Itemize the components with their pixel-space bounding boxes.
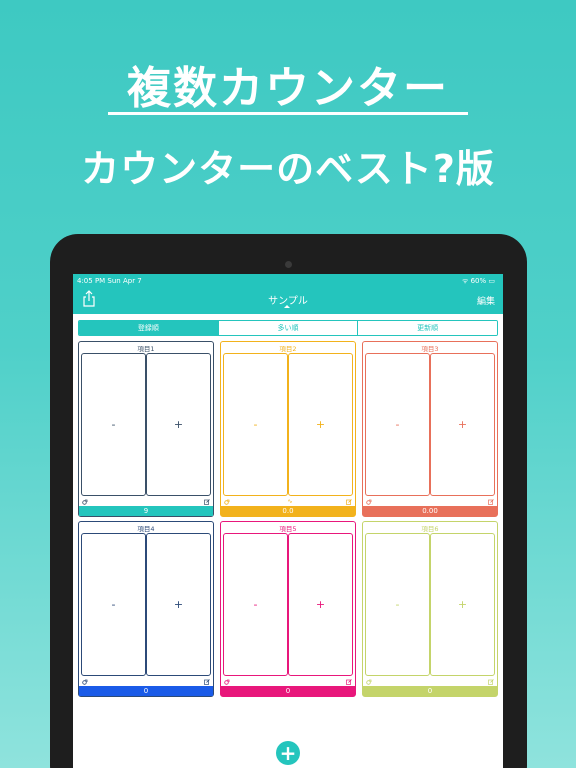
counter-value: 0	[363, 686, 497, 696]
segment-updated-order[interactable]: 更新順	[358, 321, 497, 335]
increment-button[interactable]: +	[288, 533, 353, 676]
decrement-button[interactable]: -	[81, 353, 146, 496]
counter-card: 項目3 - + 0.00	[362, 341, 498, 517]
status-time: 4:05 PM Sun Apr 7	[77, 277, 142, 285]
counter-value: 0	[221, 686, 355, 696]
promo-title: 複数カウンター	[127, 63, 449, 114]
counter-card: 項目1 - + 9	[78, 341, 214, 517]
counter-card: 項目5 - + 0	[220, 521, 356, 697]
promo-underline	[108, 112, 468, 115]
counter-value: 0	[79, 686, 213, 696]
segment-registration-order[interactable]: 登録順	[79, 321, 219, 335]
reset-icon[interactable]	[224, 499, 230, 505]
increment-button[interactable]: +	[288, 353, 353, 496]
reset-icon[interactable]	[366, 499, 372, 505]
camera	[285, 261, 292, 268]
counter-value: 9	[79, 506, 213, 516]
counter-card: 項目4 - + 0	[78, 521, 214, 697]
edit-icon[interactable]	[488, 499, 494, 505]
counter-card: 項目6 - + 0	[362, 521, 498, 697]
reset-icon[interactable]	[82, 679, 88, 685]
promo-subtitle: カウンターのベスト?版	[81, 147, 495, 191]
counter-value: 0.00	[363, 506, 497, 516]
counter-label[interactable]: 項目5	[221, 523, 355, 533]
tablet-frame: 4:05 PM Sun Apr 7 ᯤ 60% ▭ サンプル 編集 登録順 多い…	[50, 234, 527, 768]
increment-button[interactable]: +	[430, 533, 495, 676]
reset-icon[interactable]	[224, 679, 230, 685]
link-icon: ∿	[287, 498, 293, 505]
counter-label[interactable]: 項目2	[221, 343, 355, 353]
chevron-up-icon[interactable]	[284, 305, 290, 308]
decrement-button[interactable]: -	[223, 533, 288, 676]
counter-label[interactable]: 項目6	[363, 523, 497, 533]
edit-icon[interactable]	[204, 499, 210, 505]
reset-icon[interactable]	[366, 679, 372, 685]
sort-segmented-control: 登録順 多い順 更新順	[78, 320, 498, 336]
increment-button[interactable]: +	[430, 353, 495, 496]
counter-label[interactable]: 項目3	[363, 343, 497, 353]
edit-icon[interactable]	[204, 679, 210, 685]
edit-button[interactable]: 編集	[477, 294, 495, 307]
counter-label[interactable]: 項目1	[79, 343, 213, 353]
counter-label[interactable]: 項目4	[79, 523, 213, 533]
status-battery: ᯤ 60% ▭	[461, 277, 495, 285]
decrement-button[interactable]: -	[365, 533, 430, 676]
app-screen: 4:05 PM Sun Apr 7 ᯤ 60% ▭ サンプル 編集 登録順 多い…	[73, 274, 503, 768]
reset-icon[interactable]	[82, 499, 88, 505]
segment-most-order[interactable]: 多い順	[218, 321, 359, 335]
edit-icon[interactable]	[346, 679, 352, 685]
decrement-button[interactable]: -	[81, 533, 146, 676]
decrement-button[interactable]: -	[223, 353, 288, 496]
increment-button[interactable]: +	[146, 353, 211, 496]
add-counter-button[interactable]: +	[276, 741, 300, 765]
edit-icon[interactable]	[488, 679, 494, 685]
decrement-button[interactable]: -	[365, 353, 430, 496]
counter-value: 0.0	[221, 506, 355, 516]
nav-bar: 4:05 PM Sun Apr 7 ᯤ 60% ▭ サンプル 編集	[73, 274, 503, 314]
increment-button[interactable]: +	[146, 533, 211, 676]
edit-icon[interactable]	[346, 499, 352, 505]
counter-card: 項目2 - + 0.0 ∿	[220, 341, 356, 517]
